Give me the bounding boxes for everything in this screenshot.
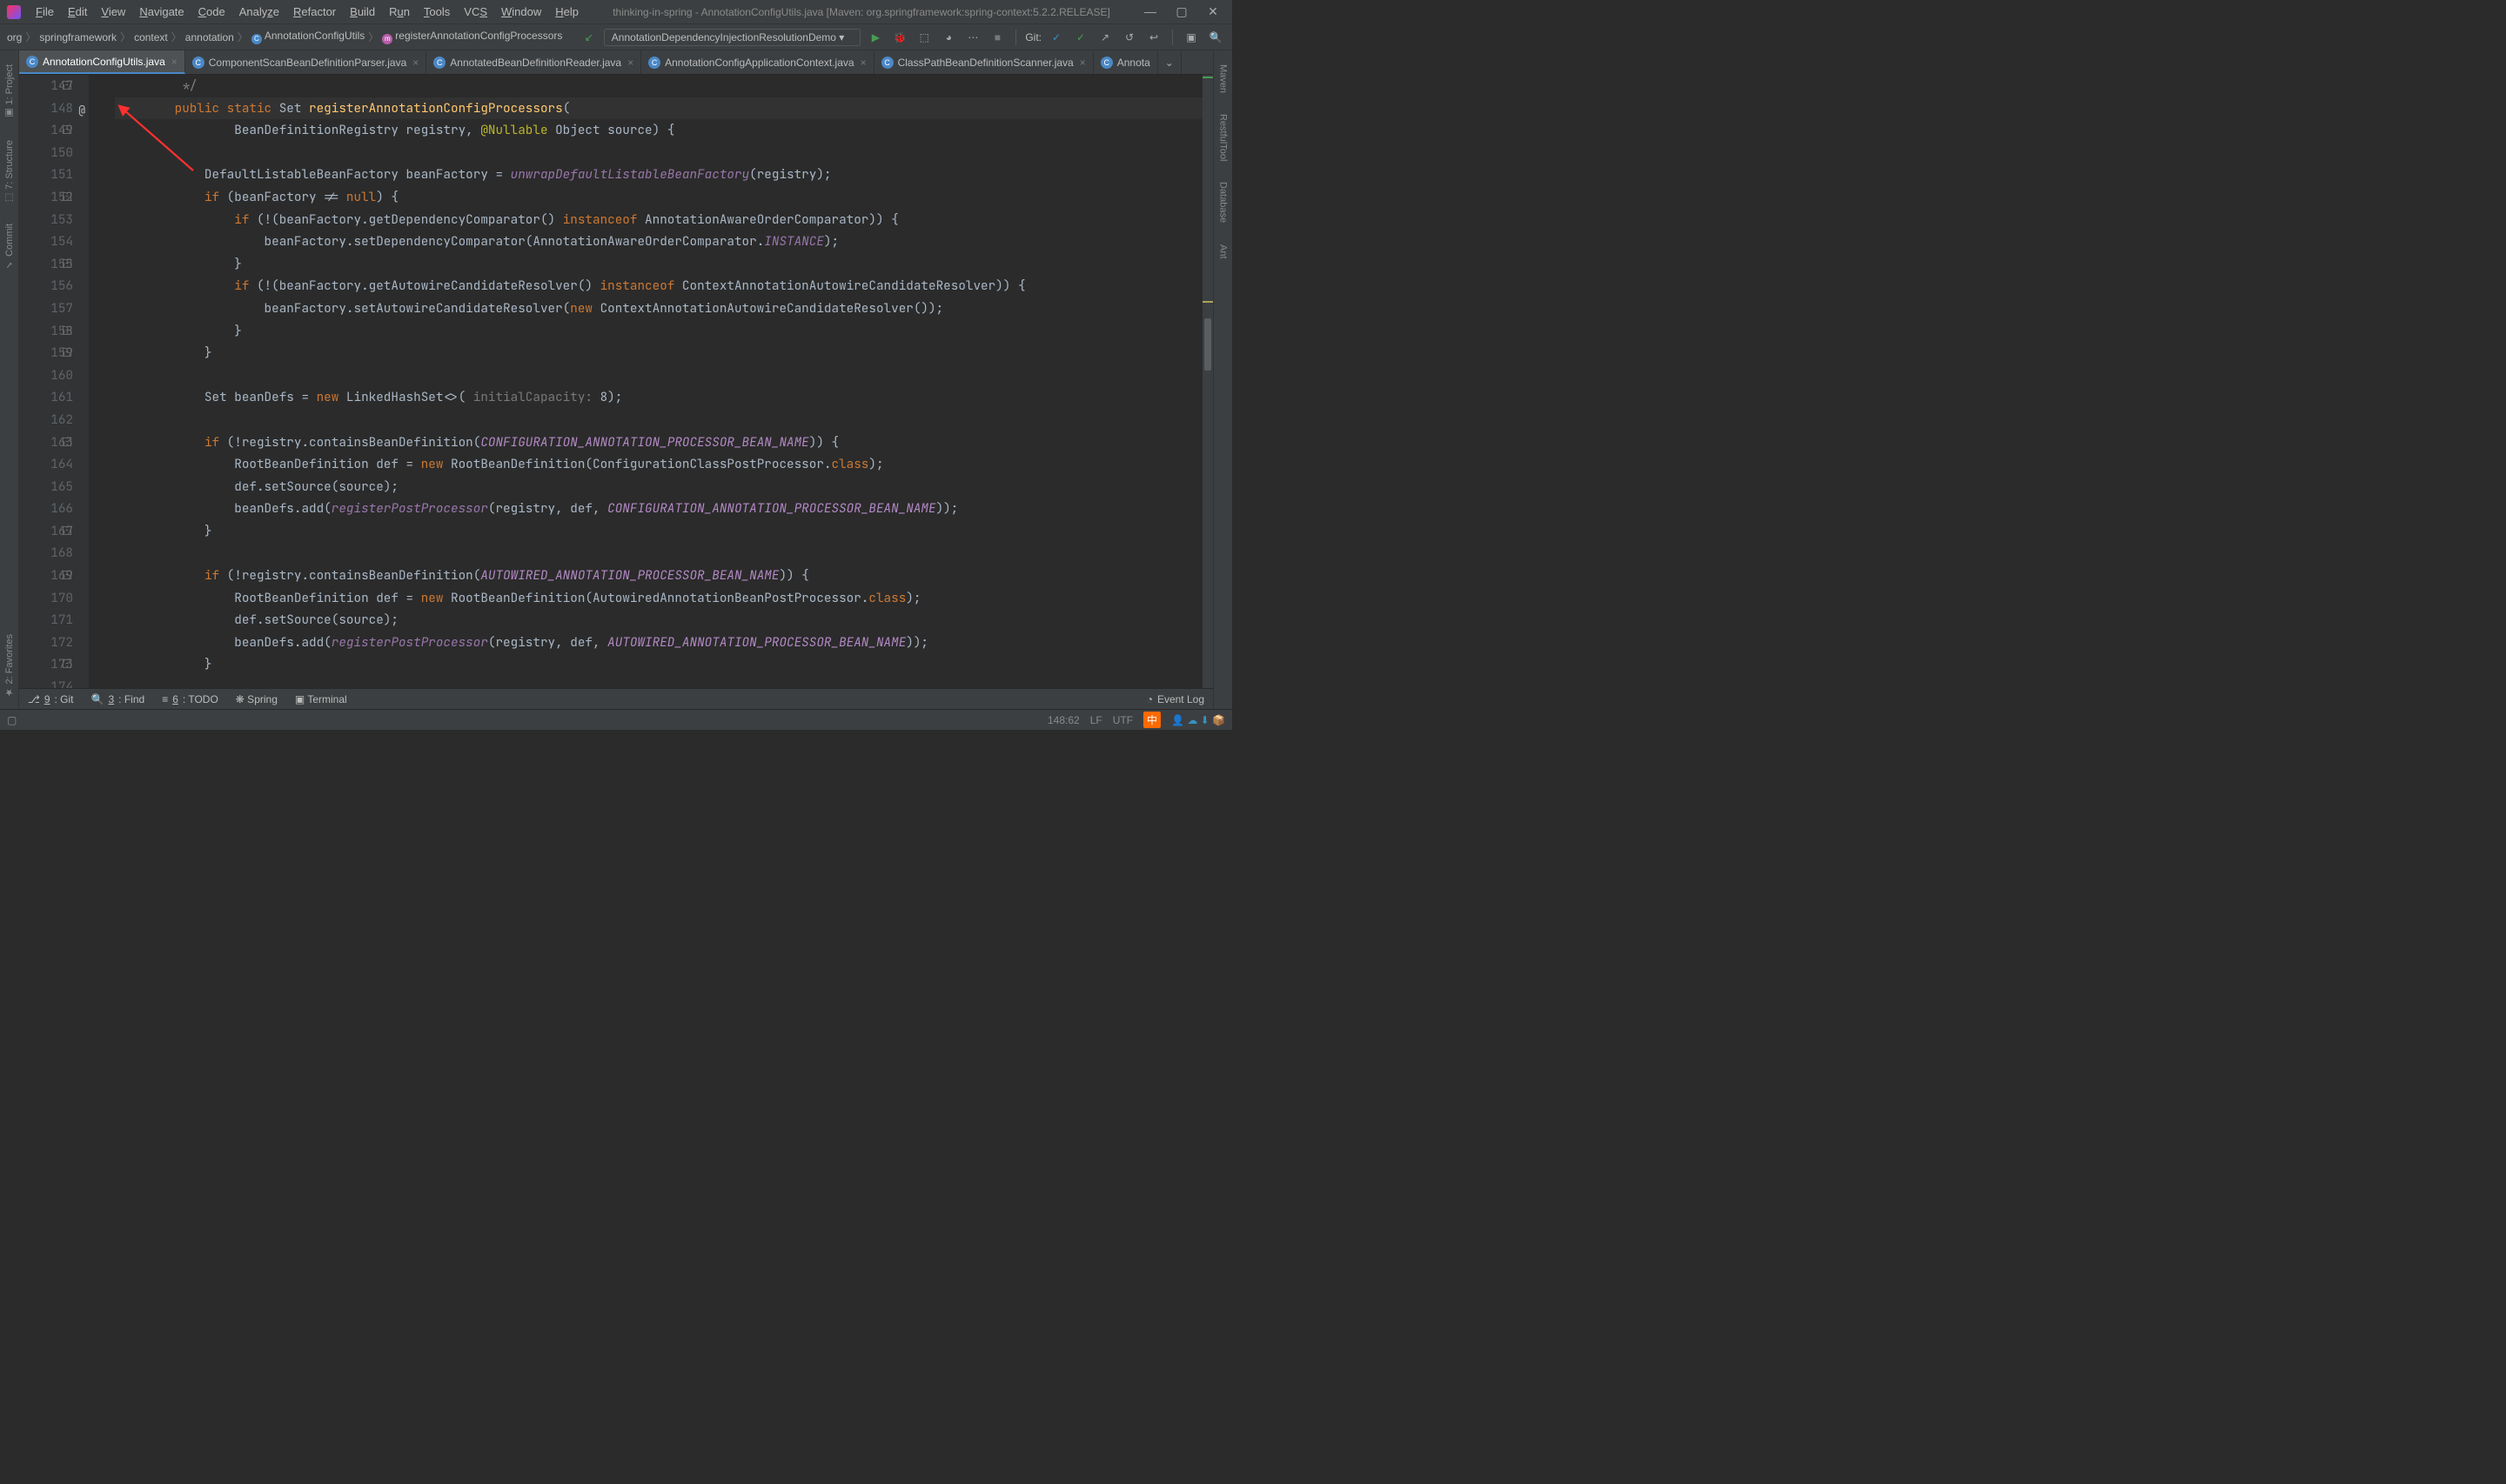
close-icon[interactable]: × (627, 57, 633, 69)
profile-button[interactable]: ◕ (939, 28, 958, 47)
menu-refactor[interactable]: Refactor (287, 3, 342, 21)
git-update-button[interactable]: ✓ (1047, 28, 1066, 47)
vertical-scrollbar[interactable] (1203, 75, 1213, 709)
title-bar: File Edit View Navigate Code Analyze Ref… (0, 0, 1232, 24)
close-icon[interactable]: × (171, 56, 178, 68)
window-controls: — ▢ ✕ (1138, 4, 1225, 19)
tool-restful[interactable]: RestfulTool (1216, 110, 1230, 164)
menu-run[interactable]: Run (383, 3, 416, 21)
menu-analyze[interactable]: Analyze (233, 3, 285, 21)
main-area: ▣ 1: Project ⬚ 7: Structure ✓ Commit ★ 2… (0, 50, 1232, 709)
bottom-tool-tabs: ⎇ 9: Git 🔍 3: Find ≡ 6: TODO ❋ Spring ▣ … (19, 688, 1213, 709)
close-icon[interactable]: × (1080, 57, 1086, 69)
git-commit-button[interactable]: ✓ (1071, 28, 1090, 47)
ide-settings-icon[interactable]: ▣ (1182, 28, 1201, 47)
status-icon[interactable]: ▢ (7, 714, 17, 726)
navigation-bar: org〉 springframework〉 context〉 annotatio… (0, 24, 1232, 50)
tool-terminal[interactable]: ▣ Terminal (286, 689, 356, 709)
code-pane[interactable]: */ public static Set registerAnnotationC… (89, 75, 1213, 709)
tool-ant[interactable]: Ant (1216, 241, 1230, 263)
tool-project[interactable]: ▣ 1: Project (2, 61, 17, 123)
breadcrumbs: org〉 springframework〉 context〉 annotatio… (7, 30, 562, 44)
crumb-org[interactable]: org (7, 31, 22, 43)
debug-button[interactable]: 🐞 (890, 28, 909, 47)
run-button[interactable]: ▶ (866, 28, 885, 47)
menu-edit[interactable]: Edit (62, 3, 93, 21)
app-icon (7, 5, 21, 19)
tool-find[interactable]: 🔍 3: Find (83, 689, 154, 709)
tool-structure[interactable]: ⬚ 7: Structure (2, 137, 17, 207)
git-push-button[interactable]: ↗ (1096, 28, 1115, 47)
main-menu: File Edit View Navigate Code Analyze Ref… (30, 3, 585, 21)
coverage-button[interactable]: ⬚ (915, 28, 934, 47)
menu-help[interactable]: Help (549, 3, 585, 21)
search-icon[interactable]: 🔍 (1206, 28, 1225, 47)
tool-git[interactable]: ⎇ 9: Git (19, 689, 83, 709)
tool-commit[interactable]: ✓ Commit (2, 220, 17, 274)
editor-area: CAnnotationConfigUtils.java× CComponentS… (19, 50, 1213, 709)
back-icon[interactable]: ↙ (580, 28, 599, 47)
close-button[interactable]: ✕ (1201, 4, 1225, 19)
status-bar: ▢ 148:62 LF UTF 中 👤 ☁ ⬇ 📦 (0, 709, 1232, 730)
line-separator[interactable]: LF (1090, 714, 1102, 726)
tab-componentscan[interactable]: CComponentScanBeanDefinitionParser.java× (185, 50, 427, 74)
tool-spring[interactable]: ❋ Spring (227, 689, 286, 709)
git-label: Git: (1025, 31, 1042, 43)
crumb-annotation[interactable]: annotation (185, 31, 234, 43)
scrollbar-thumb[interactable] (1204, 318, 1211, 371)
minimize-button[interactable]: — (1138, 4, 1163, 19)
tab-annotationcontext[interactable]: CAnnotationConfigApplicationContext.java… (641, 50, 874, 74)
crumb-context[interactable]: context (134, 31, 168, 43)
menu-file[interactable]: File (30, 3, 60, 21)
menu-code[interactable]: Code (192, 3, 231, 21)
close-icon[interactable]: × (412, 57, 419, 69)
tabs-more[interactable]: ⌄ (1158, 50, 1182, 74)
tab-annotationconfigutils[interactable]: CAnnotationConfigUtils.java× (19, 50, 185, 74)
tool-maven[interactable]: Maven (1216, 61, 1230, 97)
menu-build[interactable]: Build (344, 3, 381, 21)
run-config-selector[interactable]: AnnotationDependencyInjectionResolutionD… (604, 29, 861, 46)
stop-button[interactable]: ■ (988, 28, 1007, 47)
crumb-method[interactable]: mregisterAnnotationConfigProcessors (382, 30, 562, 44)
encoding[interactable]: UTF (1113, 714, 1133, 726)
tool-todo[interactable]: ≡ 6: TODO (153, 689, 227, 709)
attach-button[interactable]: ⋯ (963, 28, 982, 47)
menu-vcs[interactable]: VCS (458, 3, 493, 21)
event-log[interactable]: ◔ Event Log (1138, 689, 1213, 709)
editor-tabs: CAnnotationConfigUtils.java× CComponentS… (19, 50, 1213, 75)
git-history-button[interactable]: ↺ (1120, 28, 1139, 47)
caret-position[interactable]: 148:62 (1048, 714, 1080, 726)
window-title: thinking-in-spring - AnnotationConfigUti… (585, 6, 1138, 18)
git-rollback-button[interactable]: ↩ (1144, 28, 1163, 47)
tray-icons[interactable]: 👤 ☁ ⬇ 📦 (1171, 714, 1225, 726)
code-editor[interactable]: 147−148@149−150151152−153154155−15615715… (19, 75, 1213, 709)
left-tool-strip: ▣ 1: Project ⬚ 7: Structure ✓ Commit ★ 2… (0, 50, 19, 709)
line-gutter: 147−148@149−150151152−153154155−15615715… (19, 75, 89, 709)
tab-classpathscanner[interactable]: CClassPathBeanDefinitionScanner.java× (874, 50, 1094, 74)
tool-database[interactable]: Database (1216, 178, 1230, 226)
menu-navigate[interactable]: Navigate (133, 3, 190, 21)
menu-window[interactable]: Window (495, 3, 547, 21)
crumb-spring[interactable]: springframework (39, 31, 117, 43)
maximize-button[interactable]: ▢ (1169, 4, 1194, 19)
right-tool-strip: Maven RestfulTool Database Ant (1213, 50, 1232, 709)
ime-indicator[interactable]: 中 (1143, 712, 1161, 728)
menu-view[interactable]: View (95, 3, 131, 21)
tool-favorites[interactable]: ★ 2: Favorites (2, 631, 17, 702)
crumb-class[interactable]: CAnnotationConfigUtils (251, 30, 365, 44)
tab-annotatedreader[interactable]: CAnnotatedBeanDefinitionReader.java× (426, 50, 641, 74)
tab-truncated[interactable]: CAnnota (1094, 50, 1158, 74)
menu-tools[interactable]: Tools (418, 3, 456, 21)
close-icon[interactable]: × (861, 57, 867, 69)
